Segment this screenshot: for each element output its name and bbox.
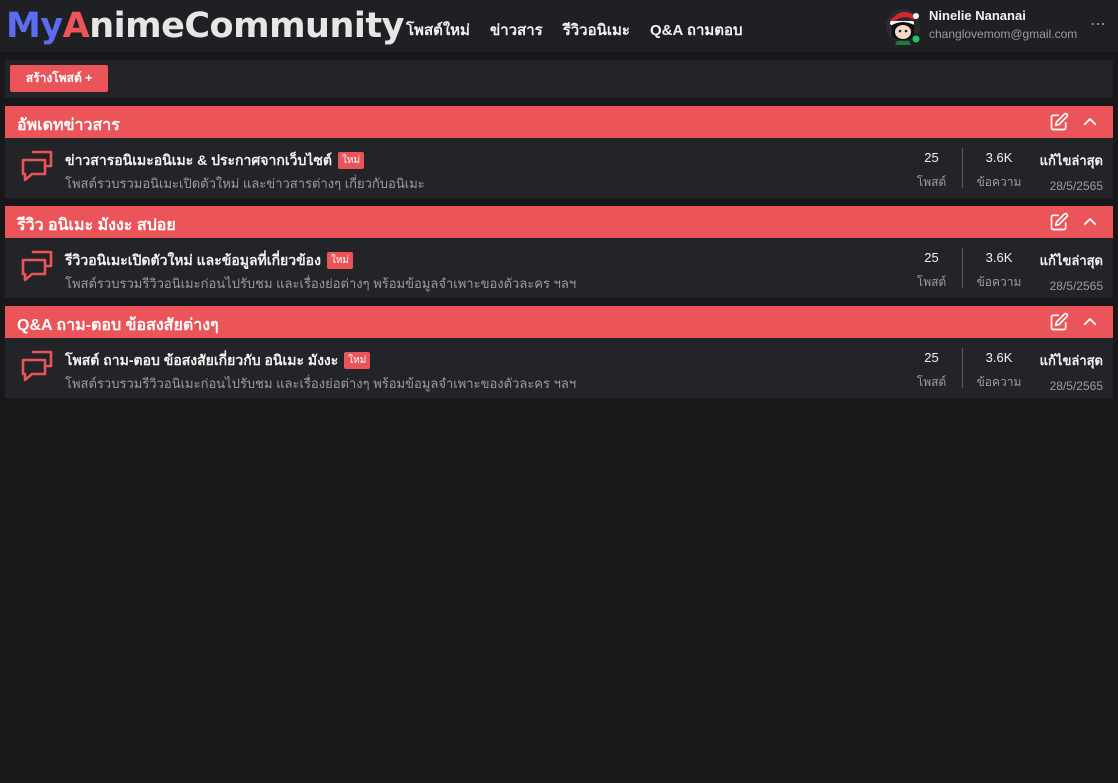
- new-badge: ใหม่: [326, 252, 354, 269]
- posts-count-value: 25: [924, 250, 939, 265]
- last-edited: แก้ไขล่าสุด 28/5/2565: [1031, 350, 1103, 393]
- last-edited-date: 28/5/2565: [1049, 279, 1103, 293]
- main-nav: โพสต์ใหม่ ข่าวสาร รีวิวอนิเมะ Q&A ถามตอบ: [406, 18, 743, 42]
- last-edited: แก้ไขล่าสุด 28/5/2565: [1031, 250, 1103, 293]
- last-edited-label: แก้ไขล่าสุด: [1039, 153, 1103, 168]
- posts-count-label: โพสต์: [916, 275, 947, 289]
- nav-qa[interactable]: Q&A ถามตอบ: [650, 18, 743, 42]
- logo-my: My: [6, 6, 63, 46]
- posts-count: 25 โพสต์: [909, 250, 954, 292]
- messages-count-label: ข้อความ: [976, 275, 1022, 289]
- section-title: Q&A ถาม-ตอบ ข้อสงสัยต่างๆ: [17, 317, 219, 334]
- thread-title-text: โพสต์ ถาม-ตอบ ข้อสงสัยเกี่ยวกับ อนิเมะ ม…: [65, 352, 339, 368]
- posts-count-label: โพสต์: [916, 175, 947, 189]
- thread-description: โพสต์รวบรวมอนิเมะเปิดตัวใหม่ และข่าวสารต…: [65, 176, 425, 191]
- thread-title[interactable]: โพสต์ ถาม-ตอบ ข้อสงสัยเกี่ยวกับ อนิเมะ ม…: [65, 350, 371, 372]
- top-header: MyAnimeCommunity โพสต์ใหม่ ข่าวสาร รีวิว…: [0, 0, 1118, 52]
- last-edited-label: แก้ไขล่าสุด: [1039, 353, 1103, 368]
- section-header: Q&A ถาม-ตอบ ข้อสงสัยต่างๆ: [5, 306, 1113, 338]
- chat-bubbles-icon: [21, 150, 53, 182]
- messages-count: 3.6K ข้อความ: [973, 250, 1025, 292]
- chevron-up-icon[interactable]: [1081, 313, 1099, 331]
- last-edited-date: 28/5/2565: [1049, 179, 1103, 193]
- nav-new-posts[interactable]: โพสต์ใหม่: [406, 18, 470, 42]
- stat-divider: [962, 248, 963, 288]
- chat-bubbles-icon: [21, 350, 53, 382]
- posts-count: 25 โพสต์: [909, 150, 954, 192]
- chat-bubbles-icon: [21, 250, 53, 282]
- last-edited-date: 28/5/2565: [1049, 379, 1103, 393]
- user-info: Ninelie Nananai changlovemom@gmail.com: [929, 5, 1077, 41]
- nav-news[interactable]: ข่าวสาร: [490, 18, 543, 42]
- user-name: Ninelie Nananai: [929, 8, 1026, 23]
- thread-title-text: ข่าวสารอนิเมะอนิเมะ & ประกาศจากเว็บไซต์: [65, 152, 332, 168]
- edit-icon[interactable]: [1049, 312, 1069, 332]
- avatar-image: [886, 9, 922, 45]
- stat-divider: [962, 348, 963, 388]
- posts-count: 25 โพสต์: [909, 350, 954, 392]
- site-logo[interactable]: MyAnimeCommunity: [6, 3, 404, 49]
- messages-count-label: ข้อความ: [976, 175, 1022, 189]
- new-badge: ใหม่: [344, 352, 371, 369]
- section-header: อัพเดทข่าวสาร: [5, 106, 1113, 138]
- last-edited-label: แก้ไขล่าสุด: [1039, 253, 1103, 268]
- logo-rest: nimeCommunity: [89, 6, 404, 46]
- nav-anime-review[interactable]: รีวิวอนิเมะ: [563, 18, 630, 42]
- forum-section: รีวิว อนิเมะ มังงะ สปอย รีวิวอนิเมะเปิดต…: [5, 206, 1113, 298]
- user-profile[interactable]: Ninelie Nananai changlovemom@gmail.com: [884, 5, 1077, 45]
- new-badge: ใหม่: [338, 152, 365, 169]
- posts-count-value: 25: [924, 350, 939, 365]
- section-title: รีวิว อนิเมะ มังงะ สปอย: [17, 217, 176, 234]
- forum-section: อัพเดทข่าวสาร ข่าวสารอนิเมะอนิเมะ & ประก…: [5, 106, 1113, 198]
- stat-divider: [962, 148, 963, 188]
- last-edited: แก้ไขล่าสุด 28/5/2565: [1031, 150, 1103, 193]
- posts-count-label: โพสต์: [916, 375, 947, 389]
- thread-title[interactable]: รีวิวอนิเมะเปิดตัวใหม่ และข้อมูลที่เกี่ย…: [65, 250, 354, 272]
- online-status-dot: [910, 33, 922, 45]
- avatar[interactable]: [884, 5, 922, 45]
- user-email: changlovemom@gmail.com: [929, 27, 1078, 41]
- more-options-icon[interactable]: ⋯: [1090, 14, 1106, 34]
- chevron-up-icon[interactable]: [1081, 213, 1099, 231]
- messages-count: 3.6K ข้อความ: [973, 150, 1025, 192]
- messages-count-label: ข้อความ: [976, 375, 1022, 389]
- edit-icon[interactable]: [1049, 212, 1069, 232]
- messages-count-value: 3.6K: [985, 350, 1013, 365]
- chevron-up-icon[interactable]: [1081, 113, 1099, 131]
- thread-description: โพสต์รวบรวมรีวิวอนิเมะก่อนไปรับชม และเรื…: [65, 276, 577, 291]
- thread-row[interactable]: รีวิวอนิเมะเปิดตัวใหม่ และข้อมูลที่เกี่ย…: [5, 238, 1113, 298]
- messages-count-value: 3.6K: [985, 250, 1013, 265]
- thread-description: โพสต์รวบรวมรีวิวอนิเมะก่อนไปรับชม และเรื…: [65, 376, 577, 391]
- thread-row[interactable]: โพสต์ ถาม-ตอบ ข้อสงสัยเกี่ยวกับ อนิเมะ ม…: [5, 338, 1113, 398]
- forum-section: Q&A ถาม-ตอบ ข้อสงสัยต่างๆ โพสต์ ถาม-ตอบ …: [5, 306, 1113, 398]
- messages-count-value: 3.6K: [985, 150, 1013, 165]
- section-header: รีวิว อนิเมะ มังงะ สปอย: [5, 206, 1113, 238]
- section-title: อัพเดทข่าวสาร: [17, 117, 120, 134]
- thread-title[interactable]: ข่าวสารอนิเมะอนิเมะ & ประกาศจากเว็บไซต์ ใ…: [65, 150, 365, 172]
- edit-icon[interactable]: [1049, 112, 1069, 132]
- create-post-button[interactable]: สร้างโพสต์ +: [10, 65, 108, 92]
- thread-title-text: รีวิวอนิเมะเปิดตัวใหม่ และข้อมูลที่เกี่ย…: [65, 252, 321, 268]
- toolbar: สร้างโพสต์ +: [5, 60, 1113, 98]
- messages-count: 3.6K ข้อความ: [973, 350, 1025, 392]
- posts-count-value: 25: [924, 150, 939, 165]
- logo-a: A: [62, 6, 90, 46]
- thread-row[interactable]: ข่าวสารอนิเมะอนิเมะ & ประกาศจากเว็บไซต์ ใ…: [5, 138, 1113, 198]
